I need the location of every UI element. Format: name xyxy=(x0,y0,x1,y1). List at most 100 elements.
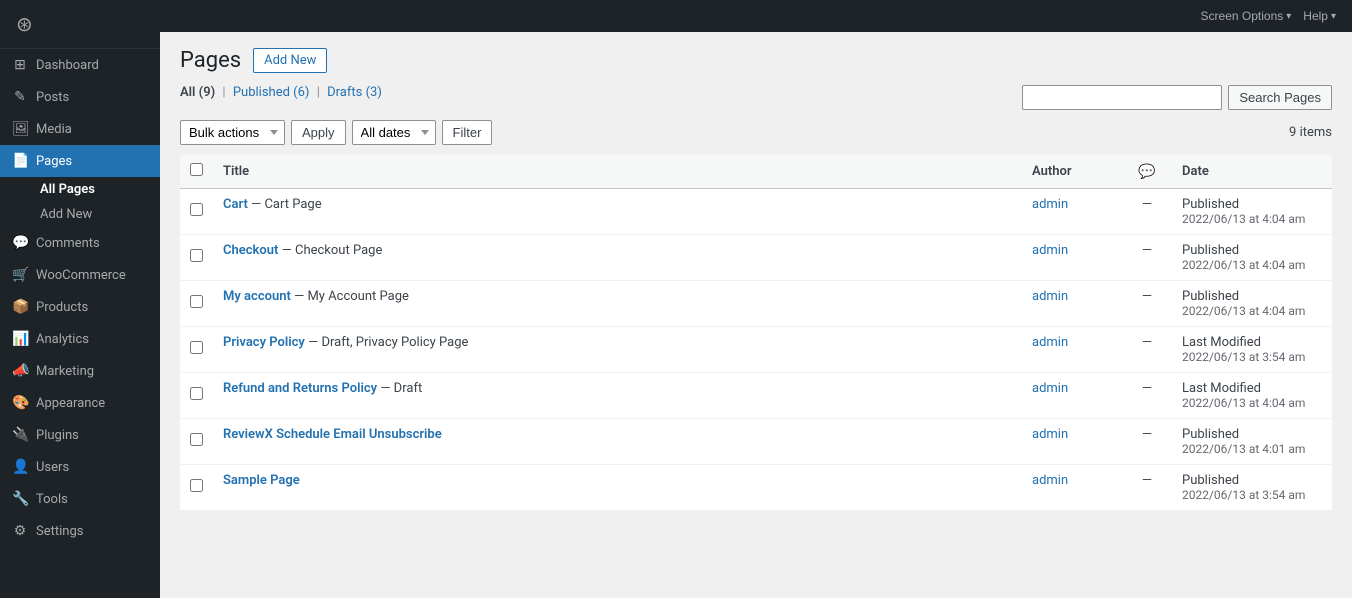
th-date[interactable]: Date xyxy=(1172,155,1332,189)
date-value: 2022/06/13 at 4:04 am xyxy=(1182,396,1322,410)
marketing-icon: 📣 xyxy=(12,363,28,379)
sidebar-item-label: WooCommerce xyxy=(36,268,126,283)
author-link[interactable]: admin xyxy=(1032,197,1068,212)
date-status: Published xyxy=(1182,289,1322,304)
row-author-cell: admin xyxy=(1022,327,1122,373)
author-link[interactable]: admin xyxy=(1032,243,1068,258)
filter-all-link[interactable]: All (9) xyxy=(180,85,218,100)
author-link[interactable]: admin xyxy=(1032,289,1068,304)
date-status: Published xyxy=(1182,473,1322,488)
all-dates-dropdown[interactable]: All dates xyxy=(352,120,436,145)
comments-icon: 💬 xyxy=(12,235,28,251)
row-author-cell: admin xyxy=(1022,281,1122,327)
author-link[interactable]: admin xyxy=(1032,473,1068,488)
wp-logo-icon: ⊛ xyxy=(16,12,33,36)
toolbar-left: Bulk actions Apply All dates Filter xyxy=(180,120,1281,145)
row-date-cell: Published 2022/06/13 at 4:04 am xyxy=(1172,189,1332,235)
page-title-link[interactable]: My account xyxy=(223,289,291,304)
add-new-button[interactable]: Add New xyxy=(253,48,327,73)
page-header: Pages Add New xyxy=(180,48,1332,73)
filter-published-link[interactable]: Published (6) xyxy=(233,85,313,100)
sidebar-item-appearance[interactable]: 🎨 Appearance xyxy=(0,387,160,419)
sidebar-sub-item-add-new[interactable]: Add New xyxy=(28,202,160,227)
date-value: 2022/06/13 at 3:54 am xyxy=(1182,350,1322,364)
row-comments-cell: — xyxy=(1122,189,1172,235)
apply-button[interactable]: Apply xyxy=(291,120,346,145)
search-pages-input[interactable] xyxy=(1022,85,1222,110)
row-date-cell: Last Modified 2022/06/13 at 3:54 am xyxy=(1172,327,1332,373)
row-checkbox-cell xyxy=(180,373,213,419)
filter-links: All (9) | Published (6) | Drafts (3) xyxy=(180,85,382,100)
search-pages-button[interactable]: Search Pages xyxy=(1228,85,1332,110)
sidebar-item-label: Comments xyxy=(36,236,100,251)
row-author-cell: admin xyxy=(1022,235,1122,281)
row-date-cell: Published 2022/06/13 at 4:04 am xyxy=(1172,235,1332,281)
sep1: | xyxy=(222,85,225,100)
th-author[interactable]: Author xyxy=(1022,155,1122,189)
date-status: Last Modified xyxy=(1182,381,1322,396)
row-date-cell: Published 2022/06/13 at 4:01 am xyxy=(1172,419,1332,465)
filter-button[interactable]: Filter xyxy=(442,120,493,145)
row-checkbox[interactable] xyxy=(190,479,203,492)
page-title-link[interactable]: Sample Page xyxy=(223,473,300,488)
author-link[interactable]: admin xyxy=(1032,427,1068,442)
sidebar-item-label: Products xyxy=(36,300,88,315)
media-icon: 🖼 xyxy=(12,121,28,137)
row-checkbox-cell xyxy=(180,281,213,327)
sidebar-item-dashboard[interactable]: ⊞ Dashboard xyxy=(0,49,160,81)
sidebar-item-label: Tools xyxy=(36,492,68,507)
row-checkbox-cell xyxy=(180,327,213,373)
row-checkbox-cell xyxy=(180,235,213,281)
page-title-suffix: — Draft, Privacy Policy Page xyxy=(308,335,468,350)
page-title-link[interactable]: Privacy Policy xyxy=(223,335,305,350)
th-title[interactable]: Title xyxy=(213,155,1022,189)
sidebar-item-marketing[interactable]: 📣 Marketing xyxy=(0,355,160,387)
row-author-cell: admin xyxy=(1022,373,1122,419)
sidebar-item-settings[interactable]: ⚙ Settings xyxy=(0,515,160,547)
date-value: 2022/06/13 at 4:04 am xyxy=(1182,212,1322,226)
page-title-link[interactable]: Cart xyxy=(223,197,248,212)
page-title-link[interactable]: Checkout xyxy=(223,243,278,258)
sidebar-item-posts[interactable]: ✎ Posts xyxy=(0,81,160,113)
select-all-checkbox[interactable] xyxy=(190,163,203,176)
row-comments-cell: — xyxy=(1122,235,1172,281)
bulk-actions-dropdown[interactable]: Bulk actions xyxy=(180,120,285,145)
page-title-link[interactable]: Refund and Returns Policy xyxy=(223,381,377,396)
filter-drafts-link[interactable]: Drafts (3) xyxy=(327,85,382,100)
page-title-link[interactable]: ReviewX Schedule Email Unsubscribe xyxy=(223,427,442,442)
topbar: Screen Options ▾ Help ▾ xyxy=(160,0,1352,32)
pages-icon: 📄 xyxy=(12,153,28,169)
plugins-icon: 🔌 xyxy=(12,427,28,443)
sidebar-item-tools[interactable]: 🔧 Tools xyxy=(0,483,160,515)
row-checkbox-cell xyxy=(180,189,213,235)
screen-options-button[interactable]: Screen Options ▾ xyxy=(1201,9,1292,23)
author-link[interactable]: admin xyxy=(1032,335,1068,350)
sidebar-item-media[interactable]: 🖼 Media xyxy=(0,113,160,145)
row-date-cell: Last Modified 2022/06/13 at 4:04 am xyxy=(1172,373,1332,419)
toolbar: Bulk actions Apply All dates Filter 9 it… xyxy=(180,120,1332,145)
author-link[interactable]: admin xyxy=(1032,381,1068,396)
sidebar-item-woocommerce[interactable]: 🛒 WooCommerce xyxy=(0,259,160,291)
screen-options-label: Screen Options xyxy=(1201,9,1284,23)
date-status: Published xyxy=(1182,427,1322,442)
row-checkbox[interactable] xyxy=(190,249,203,262)
sidebar-item-plugins[interactable]: 🔌 Plugins xyxy=(0,419,160,451)
sidebar-item-analytics[interactable]: 📊 Analytics xyxy=(0,323,160,355)
row-checkbox[interactable] xyxy=(190,387,203,400)
row-checkbox[interactable] xyxy=(190,203,203,216)
sidebar-item-comments[interactable]: 💬 Comments xyxy=(0,227,160,259)
table-row: Checkout — Checkout Page admin — Publish… xyxy=(180,235,1332,281)
sidebar-item-products[interactable]: 📦 Products xyxy=(0,291,160,323)
row-date-cell: Published 2022/06/13 at 4:04 am xyxy=(1172,281,1332,327)
row-title-cell: Sample Page xyxy=(213,465,1022,511)
row-checkbox[interactable] xyxy=(190,295,203,308)
row-checkbox[interactable] xyxy=(190,433,203,446)
sidebar-item-pages[interactable]: 📄 Pages xyxy=(0,145,160,177)
help-button[interactable]: Help ▾ xyxy=(1303,9,1336,23)
row-checkbox[interactable] xyxy=(190,341,203,354)
row-title-cell: ReviewX Schedule Email Unsubscribe xyxy=(213,419,1022,465)
sidebar-sub-item-all-pages[interactable]: All Pages xyxy=(28,177,160,202)
sidebar-item-label: Appearance xyxy=(36,396,105,411)
sidebar-item-users[interactable]: 👤 Users xyxy=(0,451,160,483)
content-area: Pages Add New All (9) | Published (6) | … xyxy=(160,32,1352,598)
